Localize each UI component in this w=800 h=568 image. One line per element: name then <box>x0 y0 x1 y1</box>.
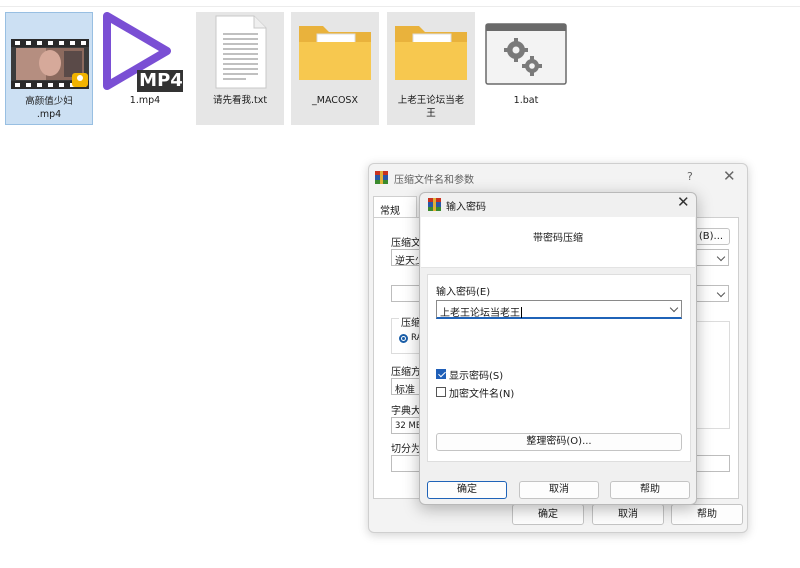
file-name-ext: .mp4 <box>36 109 62 120</box>
password-panel: 输入密码(E) 上老王论坛当老王 显示密码(S) 加密文件名(N) 整理密码(O… <box>427 274 691 462</box>
video-thumbnail-icon <box>6 13 92 93</box>
show-password-checkbox[interactable] <box>436 369 446 379</box>
ok-button[interactable]: 确定 <box>427 481 507 499</box>
dictionary-value: 32 MB <box>395 421 422 431</box>
password-label: 输入密码(E) <box>436 287 491 298</box>
top-divider <box>0 6 800 7</box>
show-password-label: 显示密码(S) <box>449 371 504 382</box>
close-icon[interactable]: ✕ <box>677 193 690 211</box>
archive-name-label: 压缩文 <box>391 238 421 249</box>
file-name-cont: 王 <box>426 108 436 119</box>
chevron-down-icon <box>716 252 726 262</box>
file-item-mp4[interactable]: MP4 1.mp4 <box>101 12 189 125</box>
help-button[interactable]: 帮助 <box>671 504 743 525</box>
file-item-txt[interactable]: 请先看我.txt <box>196 12 284 125</box>
dialog-header: 带密码压缩 <box>421 217 695 268</box>
window-title: 压缩文件名和参数 <box>394 175 474 186</box>
split-label: 切分为 <box>391 444 421 455</box>
file-name: 上老王论坛当老 <box>397 95 465 106</box>
file-name: 1.mp4 <box>129 95 161 106</box>
method-value: 标准 <box>395 385 415 395</box>
dialog-heading: 带密码压缩 <box>533 233 583 244</box>
file-item-bat[interactable]: 1.bat <box>482 12 570 125</box>
batch-gears-icon <box>482 12 570 92</box>
password-value: 上老王论坛当老王 <box>440 308 520 319</box>
file-item-video[interactable]: 高颜值少妇 .mp4 <box>5 12 93 125</box>
close-icon[interactable]: ✕ <box>723 167 736 185</box>
file-name: _MACOSX <box>312 95 358 106</box>
tab-general[interactable]: 常规 <box>373 196 417 218</box>
encrypt-filenames-checkbox[interactable] <box>436 387 446 397</box>
ok-button[interactable]: 确定 <box>512 504 584 525</box>
split-unit-combo[interactable] <box>696 455 730 472</box>
password-input[interactable]: 上老王论坛当老王 <box>436 300 682 319</box>
organize-passwords-button[interactable]: 整理密码(O)... <box>436 433 682 451</box>
dictionary-label: 字典大 <box>391 406 421 417</box>
file-name: 高颜值少妇 <box>25 96 73 107</box>
method-label: 压缩方 <box>391 367 421 378</box>
file-name: 1.bat <box>513 95 539 106</box>
chevron-down-icon <box>716 288 726 298</box>
chevron-down-icon <box>669 303 679 313</box>
format-radio-rar[interactable] <box>399 334 408 343</box>
winrar-app-icon <box>428 198 441 211</box>
file-name: 请先看我.txt <box>212 95 268 106</box>
encrypt-filenames-label: 加密文件名(N) <box>449 389 515 400</box>
cancel-button[interactable]: 取消 <box>592 504 664 525</box>
browse-button[interactable]: (B)... <box>692 228 730 245</box>
file-item-folder-laowang[interactable]: 上老王论坛当老 王 <box>387 12 475 125</box>
mp4-badge: MP4 <box>139 70 183 91</box>
winrar-app-icon <box>375 171 388 184</box>
dialog-title: 输入密码 <box>446 202 486 213</box>
help-button[interactable]: 帮助 <box>610 481 690 499</box>
cancel-button[interactable]: 取消 <box>519 481 599 499</box>
folder-icon <box>387 12 475 92</box>
help-icon[interactable]: ? <box>687 170 693 183</box>
options-group <box>696 321 730 429</box>
text-document-icon <box>196 12 284 92</box>
folder-icon <box>291 12 379 92</box>
text-caret <box>521 307 522 318</box>
title-bar: 压缩文件名和参数 ? ✕ <box>369 164 747 192</box>
password-dialog: 输入密码 ✕ 带密码压缩 输入密码(E) 上老王论坛当老王 显示密码(S) 加密… <box>419 192 697 505</box>
file-item-folder-macosx[interactable]: _MACOSX <box>291 12 379 125</box>
